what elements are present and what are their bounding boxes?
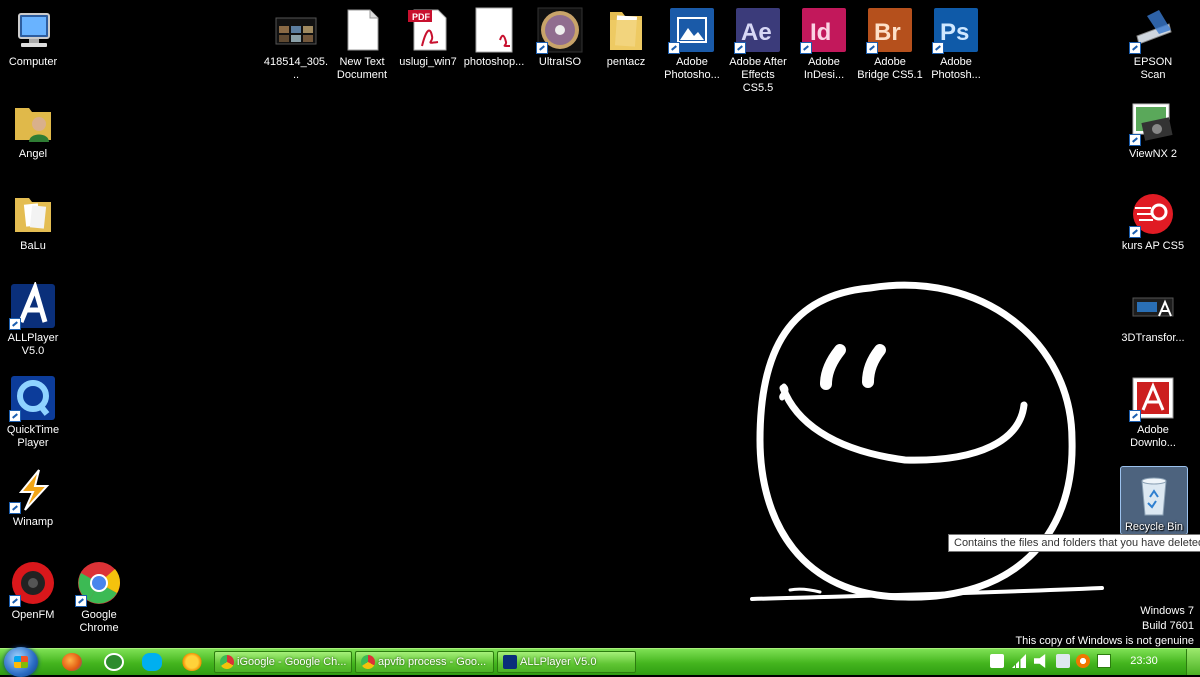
winamp-icon bbox=[9, 466, 57, 514]
3dtransform-icon bbox=[1129, 282, 1177, 330]
shortcut-arrow-icon bbox=[734, 42, 746, 54]
recycle-bin-icon bbox=[1130, 471, 1178, 519]
shortcut-arrow-icon bbox=[866, 42, 878, 54]
desktop-icon-photoshop[interactable]: Ps Adobe Photosh... bbox=[923, 2, 989, 82]
desktop-icon-chrome[interactable]: Google Chrome bbox=[66, 555, 132, 635]
user-folder-icon bbox=[9, 98, 57, 146]
desktop-icon-viewnx[interactable]: ViewNX 2 bbox=[1120, 94, 1186, 161]
usb-icon[interactable] bbox=[990, 654, 1004, 668]
pdf-document-icon bbox=[470, 6, 518, 54]
desktop-icon-uslugi-pdf[interactable]: PDF uslugi_win7 bbox=[395, 2, 461, 69]
pdf-icon: PDF bbox=[404, 6, 452, 54]
taskbar-task-apvfb[interactable]: apvfb process - Goo... bbox=[355, 651, 494, 673]
desktop-icon-photoshop-pdf[interactable]: photoshop... bbox=[461, 2, 527, 69]
ultraiso-disc-icon bbox=[536, 6, 584, 54]
desktop-icon-new-text-document[interactable]: New Text Document bbox=[329, 2, 395, 82]
desktop-icon-adobe-download[interactable]: Adobe Downlo... bbox=[1120, 370, 1186, 450]
photoshop-icon: Ps bbox=[932, 6, 980, 54]
utorrent-icon[interactable] bbox=[104, 653, 124, 671]
desktop-icon-openfm[interactable]: OpenFM bbox=[0, 555, 66, 622]
desktop-icon-recycle-bin[interactable]: Recycle Bin bbox=[1120, 466, 1188, 535]
shortcut-arrow-icon bbox=[1129, 134, 1141, 146]
svg-text:Id: Id bbox=[810, 19, 831, 46]
show-desktop-button[interactable] bbox=[1186, 649, 1200, 675]
shortcut-arrow-icon bbox=[9, 502, 21, 514]
skype-icon[interactable] bbox=[142, 653, 162, 671]
desktop-icon-after-effects[interactable]: Ae Adobe After Effects CS5.5 bbox=[725, 2, 791, 95]
folder-icon bbox=[9, 190, 57, 238]
desktop-icon-3dtransform[interactable]: 3DTransfor... bbox=[1120, 278, 1186, 345]
svg-text:Br: Br bbox=[874, 19, 901, 46]
desktop-icon-image-file[interactable]: 418514_305... bbox=[263, 2, 329, 82]
taskbar-task-igoogle[interactable]: iGoogle - Google Ch... bbox=[214, 651, 352, 673]
quicktime-icon bbox=[9, 374, 57, 422]
desktop-icon-angel[interactable]: Angel bbox=[0, 94, 66, 161]
desktop-icon-kurs-ap[interactable]: kurs AP CS5 bbox=[1120, 186, 1186, 253]
shortcut-arrow-icon bbox=[1129, 42, 1141, 54]
shortcut-arrow-icon bbox=[1129, 410, 1141, 422]
desktop-icon-winamp[interactable]: Winamp bbox=[0, 462, 66, 529]
watermark-build: Build 7601 bbox=[1142, 620, 1194, 632]
scanner-icon bbox=[1129, 6, 1177, 54]
allplayer-icon bbox=[9, 280, 57, 330]
text-document-icon bbox=[338, 6, 386, 54]
taskbar-clock[interactable]: 23:30 bbox=[1120, 655, 1168, 667]
folder-icon bbox=[602, 6, 650, 54]
desktop-icon-balu[interactable]: BaLu bbox=[0, 186, 66, 253]
desktop-icon-quicktime[interactable]: QuickTime Player bbox=[0, 370, 66, 450]
desktop-icon-photoshop-elements[interactable]: Adobe Photosho... bbox=[659, 2, 725, 82]
chrome-icon bbox=[75, 559, 123, 607]
image-thumbnail-icon bbox=[272, 6, 320, 54]
desktop-icon-pentacz[interactable]: pentacz bbox=[593, 2, 659, 69]
desktop-icon-ultraiso[interactable]: UltraISO bbox=[527, 2, 593, 69]
shortcut-arrow-icon bbox=[1129, 226, 1141, 238]
adobe-download-icon bbox=[1129, 374, 1177, 422]
kurs-icon bbox=[1129, 190, 1177, 238]
photoshop-elements-icon bbox=[668, 6, 716, 54]
recycle-bin-tooltip: Contains the files and folders that you … bbox=[948, 534, 1200, 552]
shortcut-arrow-icon bbox=[9, 318, 21, 330]
shortcut-arrow-icon bbox=[800, 42, 812, 54]
shortcut-arrow-icon bbox=[668, 42, 680, 54]
network-icon[interactable] bbox=[1056, 654, 1070, 668]
desktop-icon-computer[interactable]: Computer bbox=[0, 2, 66, 69]
after-effects-icon: Ae bbox=[734, 6, 782, 54]
windows-watermark: Windows 7 Build 7601 This copy of Window… bbox=[1015, 604, 1194, 649]
desktop[interactable]: Computer Angel BaLu ALLPlayer V5.0 Quick… bbox=[0, 0, 1200, 648]
shortcut-arrow-icon bbox=[75, 595, 87, 607]
watermark-genuine: This copy of Windows is not genuine bbox=[1015, 635, 1194, 647]
svg-text:Ps: Ps bbox=[940, 19, 969, 46]
start-button[interactable] bbox=[4, 647, 38, 677]
svg-text:PDF: PDF bbox=[412, 12, 431, 22]
chrome-icon bbox=[220, 655, 234, 669]
power-icon[interactable] bbox=[1097, 654, 1111, 668]
chrome-icon bbox=[361, 655, 375, 669]
weather-icon[interactable] bbox=[182, 653, 202, 671]
indesign-icon: Id bbox=[800, 6, 848, 54]
computer-icon bbox=[9, 6, 57, 54]
openfm-icon bbox=[9, 559, 57, 607]
volume-muted-icon[interactable] bbox=[1034, 654, 1046, 668]
desktop-icon-epson-scan[interactable]: EPSON Scan bbox=[1120, 2, 1186, 82]
allplayer-icon bbox=[503, 655, 517, 669]
desktop-icon-bridge[interactable]: Br Adobe Bridge CS5.1 bbox=[857, 2, 923, 82]
watermark-os: Windows 7 bbox=[1140, 605, 1194, 617]
firefox-icon[interactable] bbox=[62, 653, 82, 671]
viewnx-icon bbox=[1129, 98, 1177, 146]
shortcut-arrow-icon bbox=[9, 410, 21, 422]
signal-icon[interactable] bbox=[1012, 654, 1026, 668]
bridge-icon: Br bbox=[866, 6, 914, 54]
shortcut-arrow-icon bbox=[9, 595, 21, 607]
taskbar: iGoogle - Google Ch... apvfb process - G… bbox=[0, 647, 1200, 677]
taskbar-task-allplayer[interactable]: ALLPlayer V5.0 bbox=[497, 651, 636, 673]
shortcut-arrow-icon bbox=[932, 42, 944, 54]
avast-icon[interactable] bbox=[1076, 654, 1090, 668]
shortcut-arrow-icon bbox=[536, 42, 548, 54]
desktop-icon-indesign[interactable]: Id Adobe InDesi... bbox=[791, 2, 857, 82]
desktop-icon-allplayer[interactable]: ALLPlayer V5.0 bbox=[0, 278, 66, 358]
